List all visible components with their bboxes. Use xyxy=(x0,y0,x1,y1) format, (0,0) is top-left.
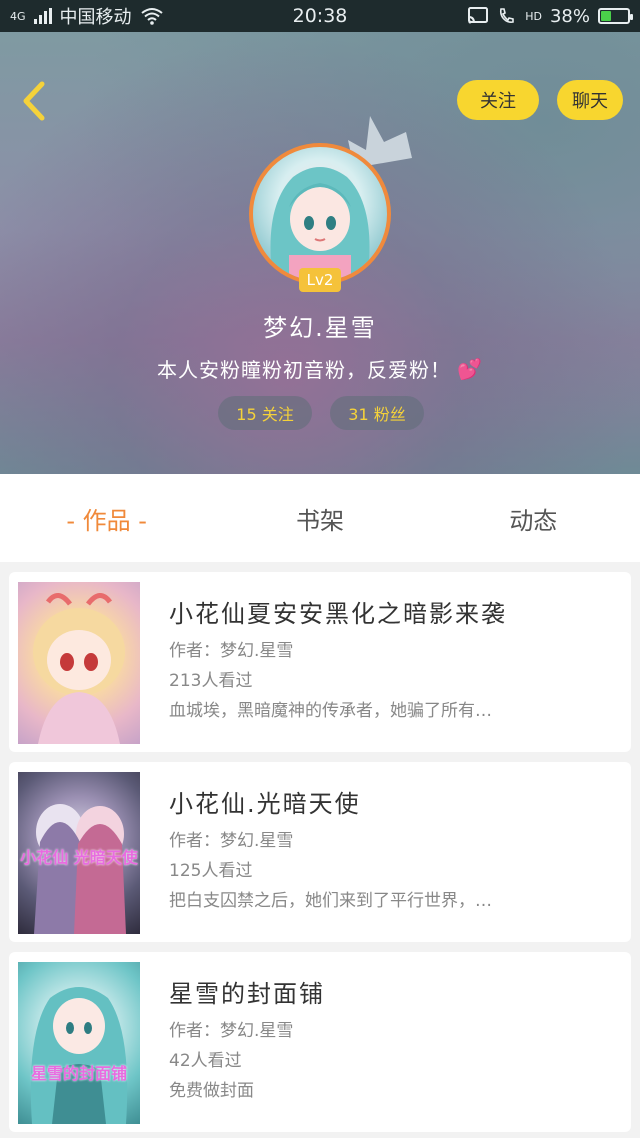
network-type: 4G xyxy=(10,9,26,23)
profile-header: 关注 聊天 Lv2 梦幻.星雪 本人安粉瞳粉初音粉，反爱粉！ 💕 15 关注 3… xyxy=(0,32,640,474)
book-title: 小花仙夏安安黑化之暗影来袭 xyxy=(169,600,507,628)
book-cover: 小花仙 光暗天使 xyxy=(18,772,140,934)
book-views: 125人看过 xyxy=(169,861,253,881)
wifi-icon xyxy=(140,8,163,25)
book-description: 免费做封面 xyxy=(169,1081,254,1101)
bio: 本人安粉瞳粉初音粉，反爱粉！ 💕 xyxy=(0,354,640,383)
cover-title: 小花仙 光暗天使 xyxy=(20,848,138,867)
book-author: 作者：梦幻.星雪 xyxy=(169,831,294,851)
battery-icon xyxy=(598,8,633,24)
tab-bookshelf[interactable]: 书架 xyxy=(213,501,426,536)
list-item[interactable]: 星雪的封面铺 星雪的封面铺 作者：梦幻.星雪 42人看过 免费做封面 xyxy=(9,952,631,1132)
cover-art xyxy=(33,593,125,744)
tab-bar: - 作品 - 书架 动态 xyxy=(0,474,640,562)
battery-percent: 38% xyxy=(549,5,590,27)
follow-button[interactable]: 关注 xyxy=(457,80,539,120)
chevron-left-icon xyxy=(23,81,45,121)
fans-count[interactable]: 31 粉丝 xyxy=(330,396,424,430)
bio-text: 本人安粉瞳粉初音粉，反爱粉！ xyxy=(157,358,452,382)
hearts-emoji-icon: 💕 xyxy=(457,356,483,381)
battery-fill xyxy=(601,11,611,21)
signal-icon xyxy=(33,8,52,24)
hd-label: HD xyxy=(525,9,542,23)
list-item[interactable]: 小花仙夏安安黑化之暗影来袭 作者：梦幻.星雪 213人看过 血城埃，黑暗魔神的传… xyxy=(9,572,631,752)
book-views: 42人看过 xyxy=(169,1051,242,1071)
status-bar: 4G 中国移动 20:38 HD 38% xyxy=(0,0,640,32)
tab-activity[interactable]: 动态 xyxy=(427,501,640,536)
chat-button[interactable]: 聊天 xyxy=(557,80,623,120)
level-badge: Lv2 xyxy=(299,268,341,292)
book-views: 213人看过 xyxy=(169,671,253,691)
avatar-image xyxy=(270,167,370,281)
list-item[interactable]: 小花仙 光暗天使 小花仙.光暗天使 作者：梦幻.星雪 125人看过 把白支囚禁之… xyxy=(9,762,631,942)
book-author: 作者：梦幻.星雪 xyxy=(169,641,294,661)
cover-art xyxy=(30,987,128,1124)
book-title: 小花仙.光暗天使 xyxy=(169,790,361,818)
username: 梦幻.星雪 xyxy=(263,314,377,342)
avatar[interactable] xyxy=(249,143,391,285)
book-cover: 星雪的封面铺 xyxy=(18,962,140,1124)
book-cover xyxy=(18,582,140,744)
tab-works[interactable]: - 作品 - xyxy=(0,501,213,536)
cover-title: 星雪的封面铺 xyxy=(30,1064,127,1083)
book-author: 作者：梦幻.星雪 xyxy=(169,1021,294,1041)
book-description: 血城埃，黑暗魔神的传承者，她骗了所有… xyxy=(169,701,492,721)
back-button[interactable] xyxy=(14,78,54,124)
cast-icon xyxy=(468,7,489,24)
carrier-name: 中国移动 xyxy=(59,7,132,28)
book-description: 把白支囚禁之后，她们来到了平行世界，… xyxy=(169,891,492,911)
book-title: 星雪的封面铺 xyxy=(169,980,325,1008)
book-list: 小花仙夏安安黑化之暗影来袭 作者：梦幻.星雪 213人看过 血城埃，黑暗魔神的传… xyxy=(0,562,640,1138)
following-count[interactable]: 15 关注 xyxy=(218,396,312,430)
call-hd-icon xyxy=(500,8,515,23)
